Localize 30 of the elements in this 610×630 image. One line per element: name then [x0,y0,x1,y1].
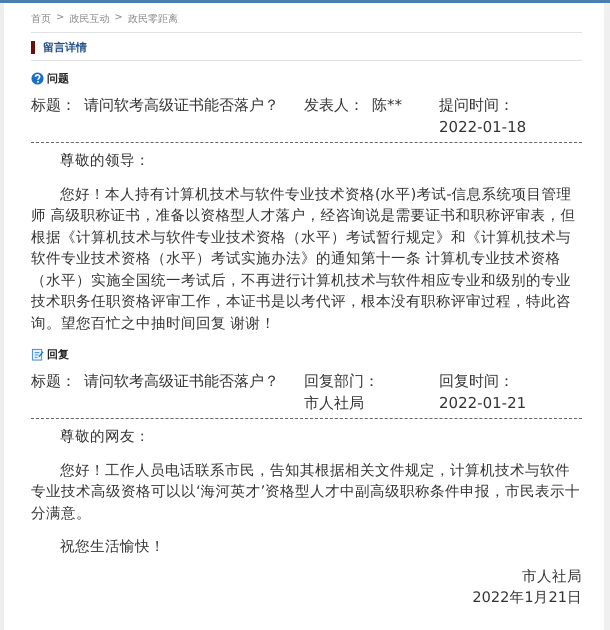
field-value: 2022-01-21 [439,393,526,414]
field-value: 请问软考高级证书能否落户？ [84,371,279,392]
paragraph: 您好！本人持有计算机技术与软件专业技术资格(水平)考试-信息系统项目管理师 高级职称证书，准备以资格型人才落户，经咨询说是需要证书和职称评审表，但根据《计算机技术与软件专业技术资格（水平）考试暂行规定》和《计算机技术与软件专业技术资格（水平）考试实施办法》的通知第十一条 计算机专业技术资格（水平）实施全国统一考试后，不再进行计算机技术与软件相应专业和级别的专业技术职务任职资格评审工作，本证书是以考代评，根本没有职称评审过程，特此咨询。望您百忙之中抽时间回复 谢谢！ [31,186,577,334]
field-label: 发表人： [304,95,364,116]
section-heading: 问题 [47,71,69,86]
paragraph: 尊敬的领导： [59,152,151,171]
field-label: 回复时间： [439,371,515,392]
field-value: 市人社局 [304,393,364,414]
edit-note-icon [31,348,44,361]
paragraph: 祝您生活愉快！ [59,538,166,557]
field-value: 请问软考高级证书能否落户？ [84,95,279,116]
title-marker [31,41,35,54]
field-label: 提问时间： [439,95,515,116]
field-value: 2022-01-18 [439,117,526,138]
field-label: 标题： [31,95,76,116]
field-label: 标题： [31,371,76,392]
breadcrumb-separator: > [56,12,64,25]
breadcrumb-link[interactable]: 政民互动 [69,12,110,26]
section-title: 留言详情 [43,40,87,55]
signature-line: 市人社局 [521,568,582,586]
section-heading: 回复 [47,347,69,362]
field-value: 陈** [372,95,402,116]
paragraph: 尊敬的网友： [59,428,151,447]
breadcrumb-separator: > [114,12,123,25]
field-label: 回复部门： [304,371,379,392]
breadcrumb-link[interactable]: 首页 [31,12,51,26]
signature-line: 2022年1月21日 [471,589,582,608]
question-icon [31,72,44,85]
paragraph: 您好！工作人员电话联系市民，告知其根据相关文件规定，计算机技术与软件专业技术高级资格可以以‘海河英才’资格型人才中副高级职称条件申报，市民表示十分满意。 [31,462,582,524]
breadcrumb-link[interactable]: 政民零距离 [128,12,178,26]
